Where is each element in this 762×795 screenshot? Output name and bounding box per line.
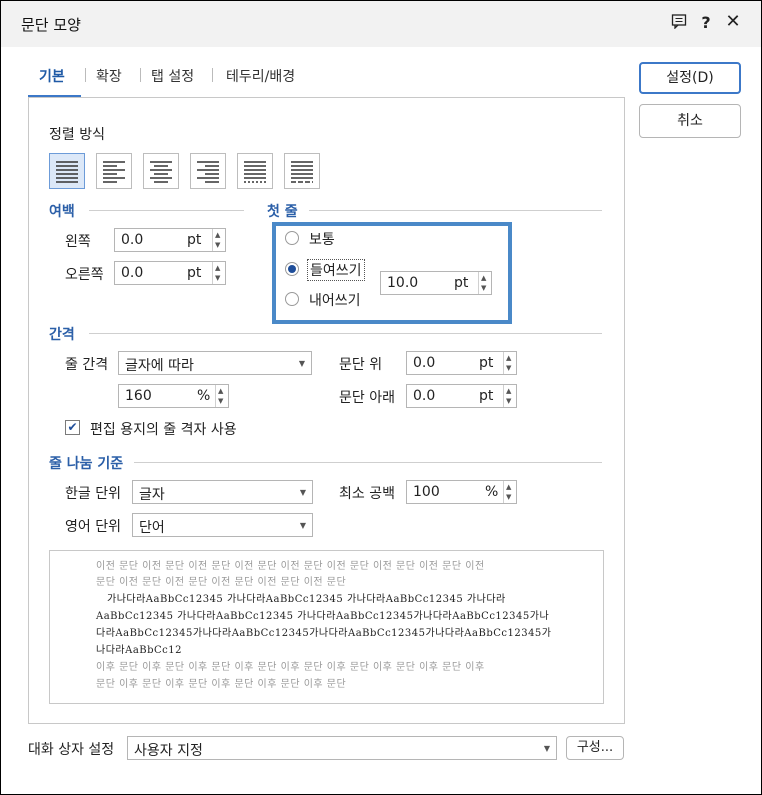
align-justify-icon	[56, 161, 78, 183]
preview-line: AaBbCc12345 가나다라AaBbCc12345 가나다라AaBbCc12…	[96, 611, 550, 622]
spin-up-icon[interactable]: ▲	[506, 483, 511, 491]
cancel-button[interactable]: 취소	[639, 104, 741, 138]
paragraph-preview: 이전 문단 이전 문단 이전 문단 이전 문단 이전 문단 이전 문단 이전 문…	[49, 550, 604, 704]
margin-left-label: 왼쪽	[65, 234, 91, 250]
spin-up-icon[interactable]: ▲	[215, 264, 220, 272]
align-label: 정렬 방식	[49, 127, 105, 143]
preview-line: 문단 이후 문단 이후 문단 이후 문단 이후 문단 이후 문단	[96, 679, 347, 690]
margin-left-spinner[interactable]: 0.0 pt ▲ ▼	[114, 228, 226, 252]
margin-section-title: 여백	[49, 204, 75, 220]
korean-unit-select[interactable]: 글자 ▼	[132, 480, 313, 504]
align-distribute-icon	[244, 161, 266, 183]
align-right-icon	[197, 161, 219, 183]
spin-down-icon[interactable]: ▼	[506, 493, 511, 501]
first-line-section-title: 첫 줄	[267, 204, 298, 220]
spin-up-icon[interactable]: ▲	[215, 231, 220, 239]
min-space-spinner[interactable]: 100 % ▲ ▼	[406, 480, 517, 504]
english-unit-select[interactable]: 단어 ▼	[132, 513, 313, 537]
line-spacing-mode-select[interactable]: 글자에 따라 ▼	[118, 351, 312, 375]
spin-down-icon[interactable]: ▼	[215, 241, 220, 249]
dialog-title: 문단 모양	[21, 16, 81, 34]
align-center-icon	[150, 161, 172, 183]
tab-border-background[interactable]: 테두리/배경	[226, 66, 295, 86]
align-left-button[interactable]	[96, 153, 132, 189]
align-split-button[interactable]	[284, 153, 320, 189]
spin-down-icon[interactable]: ▼	[506, 364, 511, 372]
spin-up-icon[interactable]: ▲	[218, 387, 223, 395]
line-spacing-label: 줄 간격	[65, 357, 109, 373]
spin-down-icon[interactable]: ▼	[506, 397, 511, 405]
first-line-highlight-box	[272, 222, 512, 324]
spin-up-icon[interactable]: ▲	[506, 354, 511, 362]
line-break-section-title: 줄 나눔 기준	[49, 456, 124, 472]
margin-right-spinner[interactable]: 0.0 pt ▲ ▼	[114, 261, 226, 285]
tab-extended[interactable]: 확장	[96, 66, 122, 86]
comment-icon[interactable]	[668, 13, 690, 33]
configure-button[interactable]: 구성...	[566, 736, 624, 760]
min-space-label: 최소 공백	[339, 486, 395, 502]
align-justify-button[interactable]	[49, 153, 85, 189]
align-split-icon	[291, 161, 313, 183]
close-icon[interactable]: ✕	[722, 11, 744, 32]
chevron-down-icon: ▼	[299, 488, 306, 497]
spacing-section-title: 간격	[49, 327, 75, 343]
chevron-down-icon: ▼	[299, 521, 306, 530]
chevron-down-icon: ▼	[543, 744, 550, 753]
spin-down-icon[interactable]: ▼	[215, 274, 220, 282]
help-icon[interactable]: ?	[695, 13, 717, 32]
preview-line: 이전 문단 이전 문단 이전 문단 이전 문단 이전 문단 이전 문단 이전 문…	[96, 561, 485, 572]
preview-line: 가나다라AaBbCc12345 가나다라AaBbCc12345 가나다라AaBb…	[107, 594, 506, 605]
dialog-settings-select[interactable]: 사용자 지정 ▼	[127, 736, 557, 760]
preview-line: 나다라AaBbCc12	[96, 645, 183, 656]
align-left-icon	[103, 161, 125, 183]
chevron-down-icon: ▼	[298, 359, 305, 368]
ok-button[interactable]: 설정(D)	[639, 62, 741, 94]
english-unit-label: 영어 단위	[65, 519, 121, 535]
dialog-settings-label: 대화 상자 설정	[28, 742, 115, 758]
preview-line: 문단 이전 문단 이전 문단 이전 문단 이전 문단 이전 문단	[96, 577, 347, 588]
align-distribute-button[interactable]	[237, 153, 273, 189]
title-bar: 문단 모양 ? ✕	[1, 1, 761, 47]
paragraph-shape-dialog: 문단 모양 ? ✕ 기본 확장 탭 설정 테두리/배경 설정(D) 취소 정렬 …	[0, 0, 762, 795]
grid-checkbox-label[interactable]: 편집 용지의 줄 격자 사용	[90, 419, 237, 439]
tab-basic[interactable]: 기본	[39, 66, 65, 86]
align-right-button[interactable]	[190, 153, 226, 189]
spin-up-icon[interactable]: ▲	[506, 387, 511, 395]
korean-unit-label: 한글 단위	[65, 486, 121, 502]
spin-down-icon[interactable]: ▼	[218, 397, 223, 405]
grid-checkbox[interactable]: ✔	[65, 420, 80, 435]
space-above-label: 문단 위	[339, 357, 383, 373]
space-above-spinner[interactable]: 0.0 pt ▲ ▼	[406, 351, 517, 375]
margin-right-label: 오른쪽	[65, 267, 104, 283]
tab-tab-settings[interactable]: 탭 설정	[151, 66, 194, 86]
align-center-button[interactable]	[143, 153, 179, 189]
line-spacing-value-spinner[interactable]: 160 % ▲ ▼	[118, 384, 229, 408]
space-below-label: 문단 아래	[339, 390, 395, 406]
preview-line: 다라AaBbCc12345가나다라AaBbCc12345가나다라AaBbCc12…	[96, 628, 552, 639]
space-below-spinner[interactable]: 0.0 pt ▲ ▼	[406, 384, 517, 408]
preview-line: 이후 문단 이후 문단 이후 문단 이후 문단 이후 문단 이후 문단 이후 문…	[96, 662, 485, 673]
